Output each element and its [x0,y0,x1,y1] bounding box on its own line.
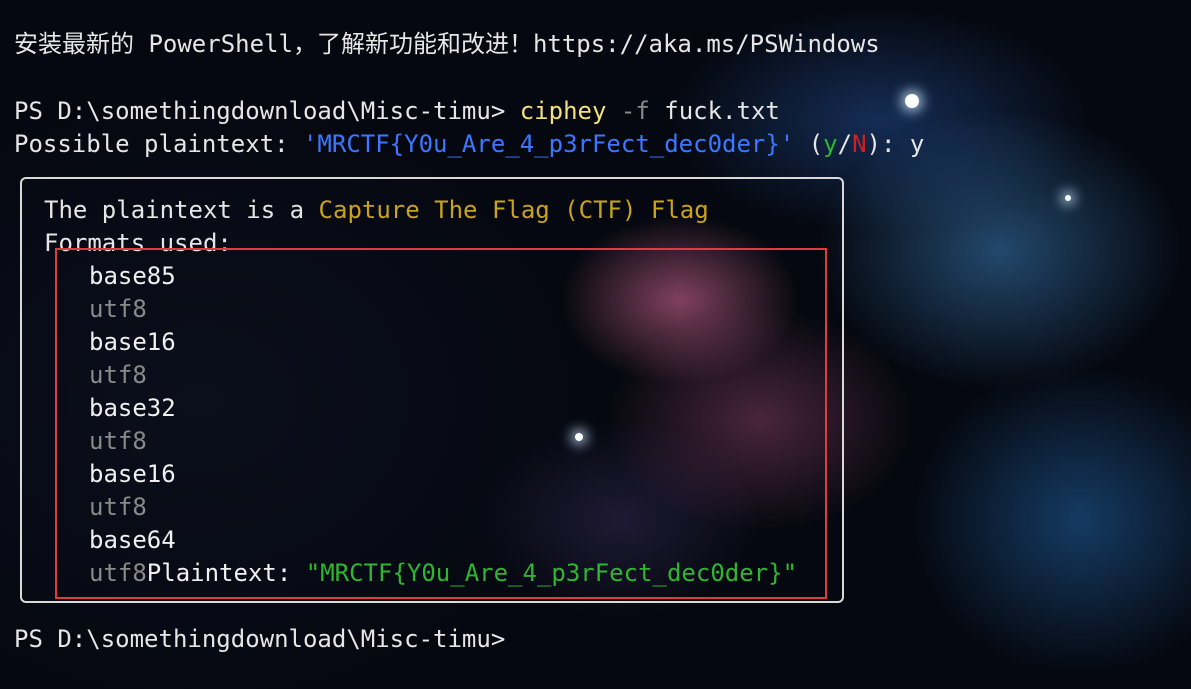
banner-text: 安装最新的 PowerShell，了解新功能和改进！https://aka.ms… [14,30,880,58]
final-prompt: PS D:\somethingdownload\Misc-timu> [14,625,506,653]
nebula-star [1065,195,1071,201]
highlight-box [55,248,827,599]
final-prompt-line[interactable]: PS D:\somethingdownload\Misc-timu> [14,623,505,656]
command-file: fuck.txt [664,97,780,125]
no-option: N [852,130,867,158]
yes-option: y [823,130,838,158]
nebula-star [905,94,919,108]
option-slash: / [837,130,853,158]
command-line: PS D:\somethingdownload\Misc-timu> ciphe… [14,95,780,128]
paren-open: ( [794,130,824,158]
command-flag: -f [620,97,650,125]
paren-close: ): [866,130,910,158]
panel-intro: The plaintext is a [44,196,319,224]
possible-plaintext-line: Possible plaintext: 'MRCTF{Y0u_Are_4_p3r… [14,128,924,161]
panel-intro-line: The plaintext is a Capture The Flag (CTF… [44,194,709,227]
banner-line: 安装最新的 PowerShell，了解新功能和改进！https://aka.ms… [14,28,880,61]
flag-type: Capture The Flag (CTF) Flag [318,196,709,224]
possible-value: 'MRCTF{Y0u_Are_4_p3rFect_dec0der}' [302,130,795,158]
possible-label: Possible plaintext: [14,130,303,158]
user-answer: y [909,130,925,158]
command-program: ciphey [519,97,607,125]
prompt-text: PS D:\somethingdownload\Misc-timu> [14,97,506,125]
